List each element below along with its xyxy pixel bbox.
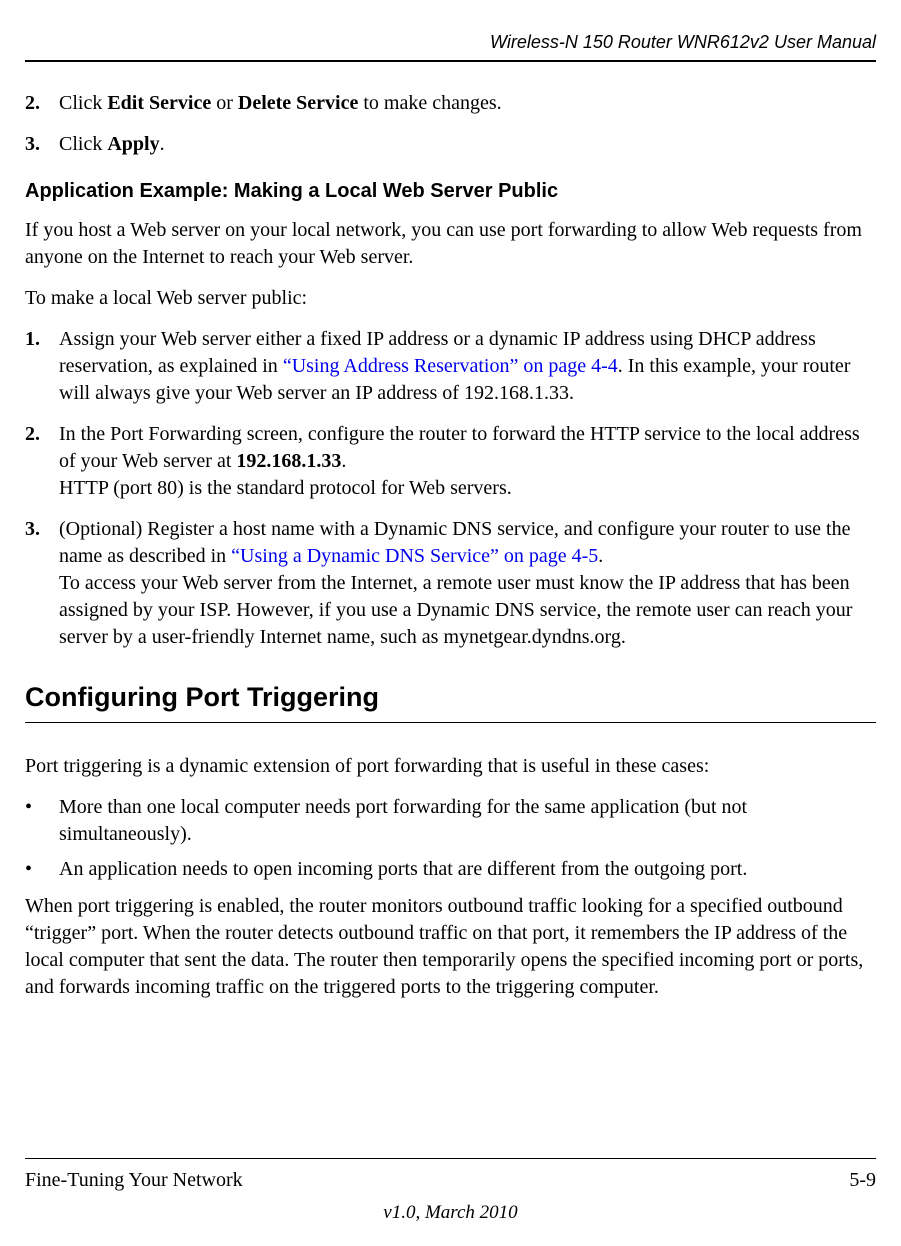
paragraph: To make a local Web server public: [25,285,876,312]
apply-label: Apply [107,133,159,155]
paragraph: When port triggering is enabled, the rou… [25,893,876,1001]
bullet-icon: • [25,856,59,883]
step-text: Click Edit Service or Delete Service to … [59,90,876,117]
step-item: 1. Assign your Web server either a fixed… [25,326,876,407]
subheading-application-example: Application Example: Making a Local Web … [25,178,876,205]
section-heading-port-triggering: Configuring Port Triggering [25,679,876,715]
text-fragment: In the Port Forwarding screen, configure… [59,423,860,472]
section-rule [25,722,876,723]
page-number: 5-9 [849,1167,876,1194]
text-fragment: HTTP (port 80) is the standard protocol … [59,477,512,499]
bullet-text: An application needs to open incoming po… [59,856,747,883]
step-text: Click Apply. [59,131,876,158]
step-item: 2. Click Edit Service or Delete Service … [25,90,876,117]
step-number: 2. [25,90,59,117]
text-fragment: Click [59,92,107,114]
step-number: 3. [25,516,59,651]
bullet-text: More than one local computer needs port … [59,794,876,848]
text-fragment: To access your Web server from the Inter… [59,572,852,648]
paragraph: If you host a Web server on your local n… [25,217,876,271]
header-rule [25,60,876,62]
bullet-icon: • [25,794,59,848]
step-item: 3. (Optional) Register a host name with … [25,516,876,651]
step-text: In the Port Forwarding screen, configure… [59,421,876,502]
text-fragment: to make changes. [358,92,501,114]
page-header: Wireless-N 150 Router WNR612v2 User Manu… [25,30,876,54]
step-number: 1. [25,326,59,407]
step-number: 3. [25,131,59,158]
step-number: 2. [25,421,59,502]
delete-service-label: Delete Service [238,92,358,114]
paragraph: Port triggering is a dynamic extension o… [25,753,876,780]
text-fragment: or [211,92,238,114]
text-fragment: . [160,133,165,155]
step-item: 3. Click Apply. [25,131,876,158]
manual-title: Wireless-N 150 Router WNR612v2 User Manu… [490,32,876,52]
step-item: 2. In the Port Forwarding screen, config… [25,421,876,502]
chapter-name: Fine-Tuning Your Network [25,1167,243,1194]
text-fragment: Click [59,133,107,155]
page-footer: Fine-Tuning Your Network 5-9 v1.0, March… [25,1158,876,1226]
ip-address-value: 192.168.1.33 [236,450,341,472]
step-text: (Optional) Register a host name with a D… [59,516,876,651]
footer-rule [25,1158,876,1159]
bullet-item: • An application needs to open incoming … [25,856,876,883]
edit-service-label: Edit Service [107,92,211,114]
step-text: Assign your Web server either a fixed IP… [59,326,876,407]
bullet-item: • More than one local computer needs por… [25,794,876,848]
text-fragment: . [598,545,603,567]
dynamic-dns-link[interactable]: “Using a Dynamic DNS Service” on page 4-… [231,545,598,567]
address-reservation-link[interactable]: “Using Address Reservation” on page 4-4 [283,355,618,377]
version-text: v1.0, March 2010 [25,1200,876,1226]
text-fragment: . [341,450,346,472]
footer-line: Fine-Tuning Your Network 5-9 [25,1167,876,1194]
